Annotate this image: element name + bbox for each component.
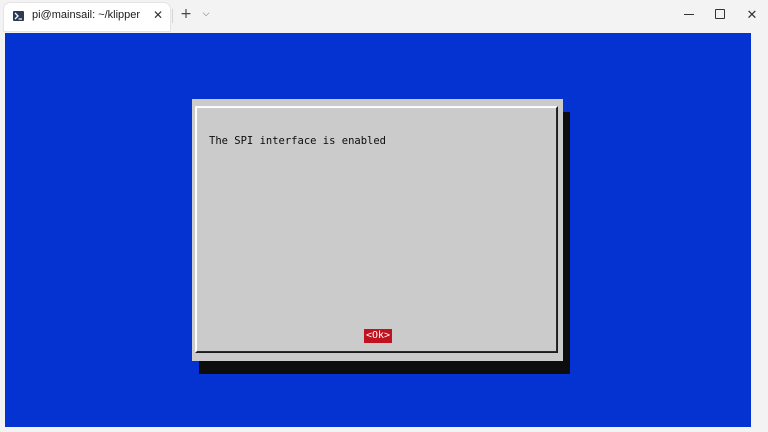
chevron-down-icon[interactable]: ⌵ [198,6,214,22]
window-close-button[interactable]: ✕ [737,4,767,24]
title-bar: pi@mainsail: ~/klipper ✕ + ⌵ ✕ [0,0,768,31]
plus-icon[interactable]: + [178,6,194,22]
terminal-icon [13,11,24,21]
tab-terminal[interactable]: pi@mainsail: ~/klipper ✕ [4,3,170,31]
dialog-message: The SPI interface is enabled [209,135,387,147]
minimize-button[interactable] [674,4,704,24]
dialog-frame: The SPI interface is enabled <Ok> [195,106,558,353]
maximize-button[interactable] [705,4,735,24]
scrollbar[interactable] [751,33,763,427]
tab-title: pi@mainsail: ~/klipper [32,9,141,21]
close-icon: ✕ [746,8,758,23]
close-icon[interactable]: ✕ [150,7,166,23]
tab-divider [172,9,173,23]
terminal-window: pi@mainsail: ~/klipper ✕ + ⌵ ✕ The SPI i… [0,0,768,432]
message-dialog: The SPI interface is enabled <Ok> [192,99,563,361]
ok-button[interactable]: <Ok> [364,329,393,343]
